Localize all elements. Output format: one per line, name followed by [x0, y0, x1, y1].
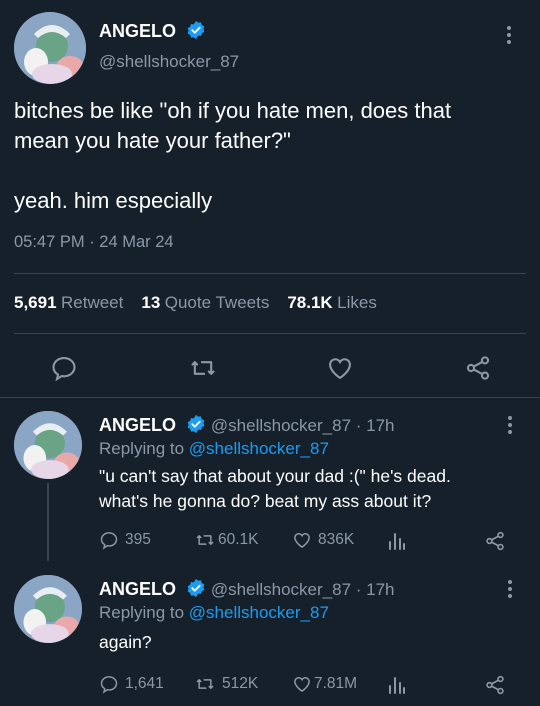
divider	[14, 333, 526, 334]
replying-to-link[interactable]: @shellshocker_87	[189, 439, 329, 458]
tweet-text-line: mean you hate your father?"	[14, 128, 291, 153]
verified-badge-icon	[186, 20, 206, 45]
retweet-count: 60.1K	[218, 531, 259, 548]
quotes-label: Quote Tweets	[164, 293, 270, 312]
quotes-count: 13	[141, 293, 161, 312]
reply-author-name[interactable]: ANGELO	[99, 415, 176, 435]
reply-count: 1,641	[125, 675, 164, 692]
reply-author-name[interactable]: ANGELO	[99, 579, 176, 599]
reply-text-line: again?	[99, 632, 152, 652]
more-icon[interactable]	[505, 414, 515, 441]
retweet-icon[interactable]	[188, 354, 218, 382]
more-icon[interactable]	[505, 578, 515, 605]
retweet-count: 512K	[222, 675, 259, 692]
analytics-icon[interactable]	[388, 531, 406, 556]
tweet-timestamp[interactable]: 05:47 PM · 24 Mar 24	[14, 233, 174, 252]
avatar[interactable]	[14, 411, 82, 479]
like-icon[interactable]	[326, 354, 354, 382]
reply-header: ANGELO @shellshocker_87 · 17h	[99, 578, 395, 603]
replying-to: Replying to @shellshocker_87	[99, 603, 329, 623]
reply-button[interactable]: 1,641	[99, 674, 164, 694]
replying-to-link[interactable]: @shellshocker_87	[189, 603, 329, 622]
tweet-text-line: yeah. him especially	[14, 188, 213, 213]
avatar[interactable]	[14, 575, 82, 643]
retweet-button[interactable]: 512K	[194, 674, 258, 694]
like-icon	[294, 676, 310, 692]
like-button[interactable]: 836K	[292, 530, 354, 550]
reply-button[interactable]: 395	[99, 530, 151, 550]
reply-count: 395	[125, 531, 151, 548]
reply-handle-time[interactable]: @shellshocker_87 · 17h	[211, 580, 395, 599]
share-icon[interactable]	[484, 530, 506, 557]
reply-text-line: "u can't say that about your dad :(" he'…	[99, 466, 451, 486]
analytics-icon[interactable]	[388, 675, 406, 700]
replying-to: Replying to @shellshocker_87	[99, 439, 329, 459]
tweet-text: bitches be like "oh if you hate men, doe…	[14, 96, 534, 216]
tweet-stats: 5,691 Retweet 13 Quote Tweets 78.1K Like…	[14, 293, 377, 313]
replying-to-label: Replying to	[99, 439, 185, 458]
reply-text: "u can't say that about your dad :(" he'…	[99, 464, 529, 514]
like-count: 7.81M	[314, 675, 358, 692]
divider	[14, 273, 526, 274]
share-icon[interactable]	[484, 674, 506, 701]
replying-to-label: Replying to	[99, 603, 185, 622]
avatar[interactable]	[14, 12, 86, 84]
retweets-label: Retweet	[61, 293, 124, 312]
verified-badge-icon	[186, 414, 206, 439]
quotes-stat[interactable]: 13 Quote Tweets	[141, 293, 269, 313]
verified-badge-icon	[186, 578, 206, 603]
like-count: 836K	[318, 531, 355, 548]
divider	[0, 397, 540, 398]
reply-header: ANGELO @shellshocker_87 · 17h	[99, 414, 395, 439]
like-icon	[294, 532, 310, 548]
likes-count: 78.1K	[287, 293, 333, 312]
retweet-icon	[196, 679, 214, 689]
retweet-icon	[196, 535, 214, 545]
reply-icon[interactable]	[50, 354, 78, 382]
like-button[interactable]: 7.81M	[292, 674, 357, 694]
share-icon[interactable]	[464, 354, 492, 382]
reply-icon	[100, 676, 118, 694]
author-name[interactable]: ANGELO	[99, 21, 176, 41]
reply-text: again?	[99, 630, 152, 655]
likes-label: Likes	[337, 293, 377, 312]
retweet-button[interactable]: 60.1K	[194, 530, 259, 550]
retweets-stat[interactable]: 5,691 Retweet	[14, 293, 123, 313]
reply-icon	[100, 532, 118, 550]
likes-stat[interactable]: 78.1K Likes	[287, 293, 377, 313]
more-icon[interactable]	[504, 24, 514, 51]
retweets-count: 5,691	[14, 293, 57, 312]
reply-text-line: what's he gonna do? beat my ass about it…	[99, 491, 432, 511]
thread-line	[47, 483, 49, 561]
tweet-text-line: bitches be like "oh if you hate men, doe…	[14, 98, 452, 123]
reply-handle-time[interactable]: @shellshocker_87 · 17h	[211, 416, 395, 435]
author-line: ANGELO	[99, 20, 206, 45]
author-handle[interactable]: @shellshocker_87	[99, 52, 239, 72]
